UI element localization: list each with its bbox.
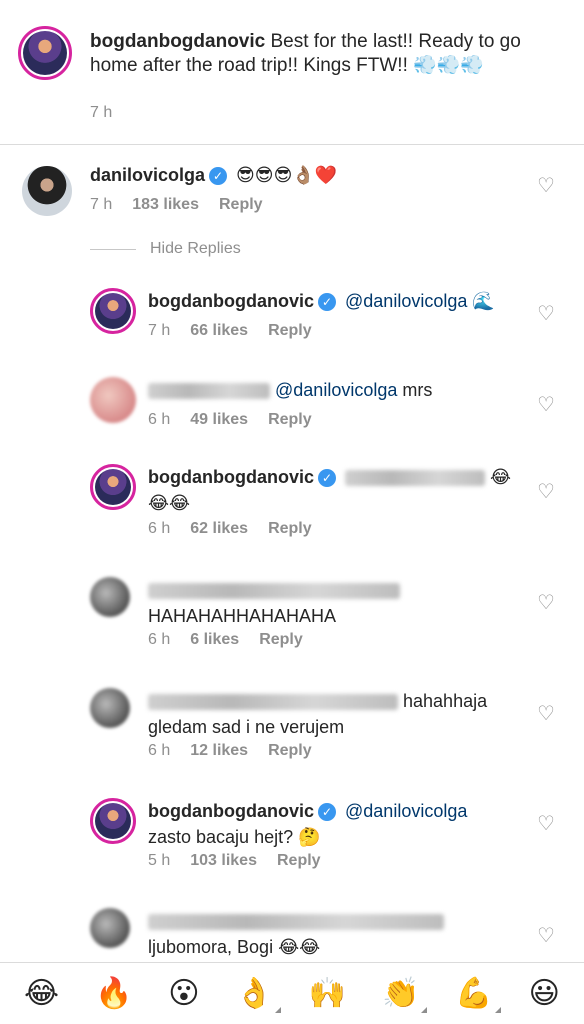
comment-text: ljubomora, Bogi 😂😂 (148, 937, 321, 957)
comment-username[interactable]: bogdanbogdanovic (148, 291, 314, 311)
caption-username[interactable]: bogdanbogdanovic (90, 31, 265, 52)
redacted-username (148, 694, 398, 711)
like-heart-icon[interactable]: ♡ (536, 176, 556, 196)
comment-body: bogdanbogdanovic ✓ 😂😂😂 (148, 464, 528, 516)
verified-badge-icon: ✓ (318, 293, 336, 311)
avatar[interactable] (90, 688, 130, 728)
comment-likes[interactable]: 49 likes (190, 411, 248, 429)
verified-badge-icon: ✓ (209, 167, 228, 185)
emoji-raised-hands-icon[interactable]: 🙌 (309, 978, 346, 1009)
divider (90, 248, 136, 250)
comment-time: 7 h (148, 322, 171, 339)
comment-likes[interactable]: 62 likes (190, 520, 248, 538)
like-heart-icon[interactable]: ♡ (536, 926, 556, 946)
comment-time: 6 h (148, 411, 171, 428)
comment-body: ljubomora, Bogi 😂😂 (148, 908, 444, 960)
emoji-smiley-icon[interactable]: 😃 (529, 978, 560, 1009)
comment-text: 😎😎😎👌🏽❤️ (236, 165, 338, 185)
reply-button[interactable]: Reply (277, 852, 321, 870)
caption-text: bogdanbogdanovic Best for the last!! Rea… (90, 30, 560, 78)
comment-likes[interactable]: 103 likes (190, 852, 257, 870)
comment-meta: 6 h 62 likes Reply (148, 520, 312, 538)
comment-meta: 7 h 183 likes Reply (90, 196, 263, 214)
comment-body: HAHAHAHHAHAHAHA (148, 577, 400, 629)
comment-body: bogdanbogdanovic ✓ @danilovicolga 🌊 (148, 288, 495, 314)
avatar[interactable] (18, 26, 72, 80)
like-heart-icon[interactable]: ♡ (536, 395, 556, 415)
reply-button[interactable]: Reply (219, 196, 263, 214)
like-heart-icon[interactable]: ♡ (536, 814, 556, 834)
comment-body: bogdanbogdanovic ✓ @danilovicolga zasto b… (148, 798, 528, 850)
comment: ljubomora, Bogi 😂😂 ♡ (0, 906, 584, 960)
comment-username[interactable]: danilovicolga (90, 165, 205, 185)
like-heart-icon[interactable]: ♡ (536, 704, 556, 724)
post-caption: bogdanbogdanovic Best for the last!! Rea… (0, 0, 584, 145)
avatar[interactable] (90, 377, 136, 423)
emoji-flexed-biceps-icon[interactable]: 💪 (455, 978, 502, 1013)
hide-replies-label[interactable]: Hide Replies (150, 240, 241, 258)
emoji-surprised-icon[interactable]: 😮 (168, 978, 199, 1009)
emoji-ok-hand-icon[interactable]: 👌 (235, 978, 282, 1013)
hide-replies-toggle[interactable]: Hide Replies (90, 240, 241, 258)
comment: bogdanbogdanovic ✓ @danilovicolga zasto b… (0, 796, 584, 876)
avatar[interactable] (22, 166, 72, 216)
comment-meta: 5 h 103 likes Reply (148, 852, 321, 870)
avatar[interactable] (90, 464, 136, 510)
comment: hahahhaja gledam sad i ne verujem 6 h 12… (0, 686, 584, 766)
comment-time: 6 h (148, 742, 171, 759)
caption-time: 7 h (90, 104, 113, 121)
emoji-reaction-bar: 😂 🔥 😮 👌 🙌 👏 💪 😃 (0, 962, 584, 1024)
comment-text: zasto bacaju hejt? 🤔 (148, 827, 321, 847)
redacted-username (148, 583, 400, 600)
reply-button[interactable]: Reply (268, 742, 312, 760)
emoji-fire-icon[interactable]: 🔥 (95, 978, 132, 1009)
comment-time: 6 h (148, 631, 171, 648)
redacted-username (148, 914, 444, 931)
comment-time: 7 h (90, 196, 113, 213)
comment-body: danilovicolga ✓ 😎😎😎👌🏽❤️ (90, 162, 337, 188)
avatar[interactable] (90, 798, 136, 844)
redacted-username (148, 383, 270, 400)
comment-meta: 6 h 6 likes Reply (148, 631, 303, 649)
comment-time: 5 h (148, 852, 171, 869)
comment-likes[interactable]: 183 likes (132, 196, 199, 214)
comment: bogdanbogdanovic ✓ 😂😂😂 6 h 62 likes Reply… (0, 462, 584, 552)
comment-time: 6 h (148, 520, 171, 537)
reply-button[interactable]: Reply (268, 411, 312, 429)
comment-username[interactable]: bogdanbogdanovic (148, 467, 314, 487)
comment: HAHAHAHHAHAHAHA 6 h 6 likes Reply ♡ (0, 575, 584, 655)
emoji-clapping-icon[interactable]: 👏 (382, 978, 428, 1013)
comment-likes[interactable]: 6 likes (190, 631, 239, 649)
reply-button[interactable]: Reply (268, 520, 312, 538)
comment-meta: 6 h 12 likes Reply (148, 742, 312, 760)
like-heart-icon[interactable]: ♡ (536, 304, 556, 324)
comment: danilovicolga ✓ 😎😎😎👌🏽❤️ 7 h 183 likes Rep… (0, 160, 584, 230)
comment-text: 🌊 (472, 291, 495, 311)
comment-text: HAHAHAHHAHAHAHA (148, 606, 337, 626)
avatar[interactable] (90, 288, 136, 334)
comment-mention[interactable]: @danilovicolga (345, 291, 467, 311)
comment: bogdanbogdanovic ✓ @danilovicolga 🌊 7 h 6… (0, 286, 584, 366)
emoji-laughing-icon[interactable]: 😂 (24, 978, 59, 1009)
reply-button[interactable]: Reply (259, 631, 303, 649)
like-heart-icon[interactable]: ♡ (536, 482, 556, 502)
verified-badge-icon: ✓ (318, 469, 336, 487)
comment-username[interactable]: bogdanbogdanovic (148, 801, 314, 821)
reply-button[interactable]: Reply (268, 322, 312, 340)
comment-meta: 6 h 49 likes Reply (148, 411, 312, 429)
comment-body: hahahhaja gledam sad i ne verujem (148, 688, 528, 740)
comment-body: @danilovicolga mrs (148, 377, 432, 403)
avatar[interactable] (90, 908, 130, 948)
comment-likes[interactable]: 12 likes (190, 742, 248, 760)
avatar[interactable] (90, 577, 130, 617)
redacted-mention (345, 470, 486, 487)
comment-mention[interactable]: @danilovicolga (275, 380, 397, 400)
verified-badge-icon: ✓ (318, 803, 336, 821)
comment: @danilovicolga mrs 6 h 49 likes Reply ♡ (0, 375, 584, 445)
comment-mention[interactable]: @danilovicolga (345, 801, 467, 821)
comment-likes[interactable]: 66 likes (190, 322, 248, 340)
comment-meta: 7 h 66 likes Reply (148, 322, 312, 340)
like-heart-icon[interactable]: ♡ (536, 593, 556, 613)
comment-text: mrs (402, 380, 433, 400)
